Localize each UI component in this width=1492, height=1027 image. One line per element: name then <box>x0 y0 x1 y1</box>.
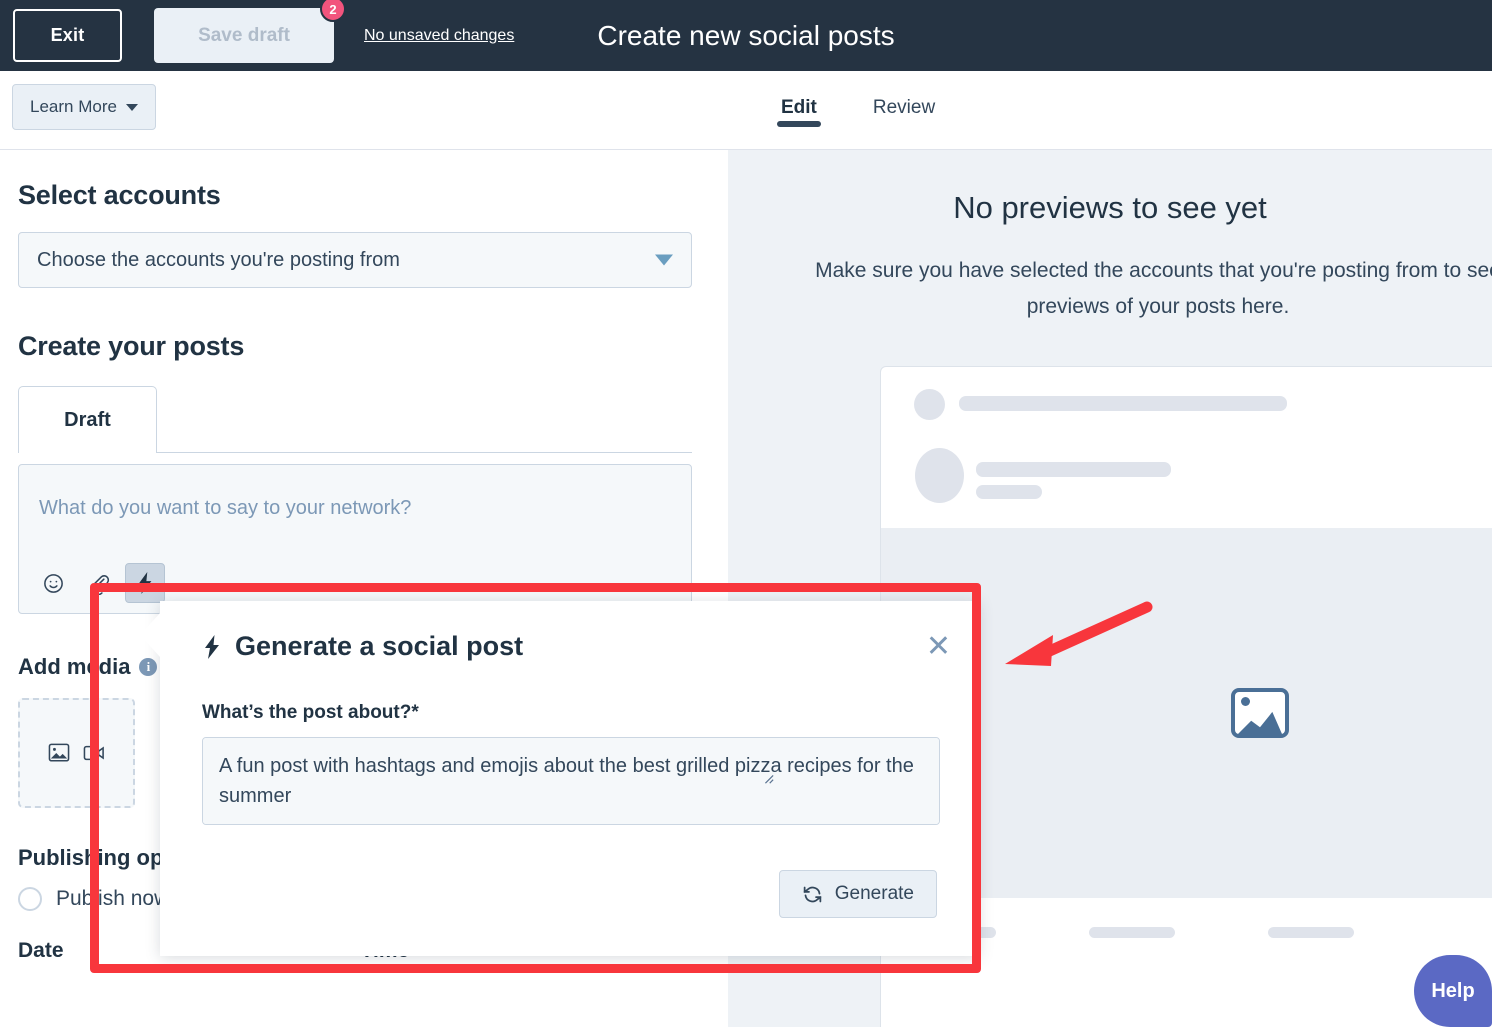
post-composer[interactable]: What do you want to say to your network? <box>18 464 692 614</box>
line-skeleton <box>976 462 1171 477</box>
info-icon[interactable]: i <box>139 658 158 676</box>
date-label: Date <box>18 939 64 962</box>
exit-button[interactable]: Exit <box>13 9 122 62</box>
preview-empty-subtitle: Make sure you have selected the accounts… <box>815 259 1492 318</box>
prompt-textarea[interactable] <box>202 737 940 825</box>
publish-now-label: Publish now <box>56 887 170 910</box>
media-dropzone[interactable] <box>18 698 135 808</box>
tab-review[interactable]: Review <box>845 71 963 119</box>
prompt-field-label: What’s the post about?* <box>202 702 419 723</box>
preview-empty-title: No previews to see yet <box>953 190 1267 225</box>
chevron-down-icon <box>655 254 673 266</box>
radio-button[interactable] <box>18 887 42 911</box>
add-media-label: Add media <box>18 654 131 679</box>
tab-edit-label: Edit <box>781 97 817 118</box>
save-draft-badge: 2 <box>320 0 346 22</box>
lightning-bolt-icon <box>205 634 219 659</box>
video-icon <box>83 745 104 761</box>
line-skeleton <box>959 396 1287 411</box>
account-select-placeholder: Choose the accounts you're posting from <box>37 248 400 271</box>
image-placeholder-dot <box>1241 697 1250 706</box>
tab-edit[interactable]: Edit <box>753 71 845 127</box>
avatar-skeleton <box>915 448 964 503</box>
tab-review-label: Review <box>872 97 936 118</box>
tab-draft[interactable]: Draft <box>18 386 157 453</box>
save-draft-button[interactable]: Save draft 2 <box>154 0 346 63</box>
secondary-bar: Learn More Edit Review <box>0 71 1492 150</box>
modal-title: Generate a social post <box>202 631 523 662</box>
view-tabs: Edit Review <box>728 71 1492 150</box>
line-skeleton <box>1089 927 1175 938</box>
refresh-icon <box>803 886 822 902</box>
unsaved-changes-link[interactable]: No unsaved changes <box>364 27 514 45</box>
social-post-composer-screen: Exit Save draft 2 No unsaved changes Cre… <box>0 0 1492 1027</box>
composer-placeholder: What do you want to say to your network? <box>39 497 412 519</box>
avatar-skeleton <box>914 389 945 420</box>
chevron-down-icon <box>125 103 138 111</box>
modal-footer: Generate <box>778 870 937 918</box>
modal-title-text: Generate a social post <box>235 631 524 661</box>
modal-header: Generate a social post ✕ <box>160 601 979 662</box>
create-posts-heading: Create your posts <box>18 331 245 361</box>
learn-more-dropdown[interactable]: Learn More <box>12 84 156 130</box>
ai-generate-icon[interactable] <box>125 563 165 603</box>
post-tabs: Draft <box>18 386 692 453</box>
close-icon[interactable]: ✕ <box>926 631 951 662</box>
account-select-dropdown[interactable]: Choose the accounts you're posting from <box>18 232 692 288</box>
image-placeholder-mountain <box>1238 711 1282 734</box>
generate-button[interactable]: Generate <box>778 870 937 918</box>
line-skeleton <box>1268 927 1354 938</box>
select-accounts-heading: Select accounts <box>18 180 221 210</box>
save-draft-label: Save draft <box>198 24 290 46</box>
learn-more-label: Learn More <box>30 97 117 116</box>
help-button-label: Help <box>1431 979 1475 1002</box>
composer-toolbar <box>33 563 165 603</box>
help-button[interactable]: Help <box>1414 955 1492 1027</box>
exit-button-label: Exit <box>50 25 85 45</box>
generate-post-modal: Generate a social post ✕ What’s the post… <box>140 601 979 956</box>
tab-draft-label: Draft <box>64 408 111 431</box>
image-placeholder-icon <box>1231 688 1289 738</box>
line-skeleton <box>976 485 1042 499</box>
top-navigation-bar: Exit Save draft 2 No unsaved changes <box>0 0 1492 71</box>
generate-button-label: Generate <box>834 883 914 904</box>
image-icon <box>48 743 70 762</box>
emoji-icon[interactable] <box>33 563 73 603</box>
attachment-icon[interactable] <box>79 563 119 603</box>
